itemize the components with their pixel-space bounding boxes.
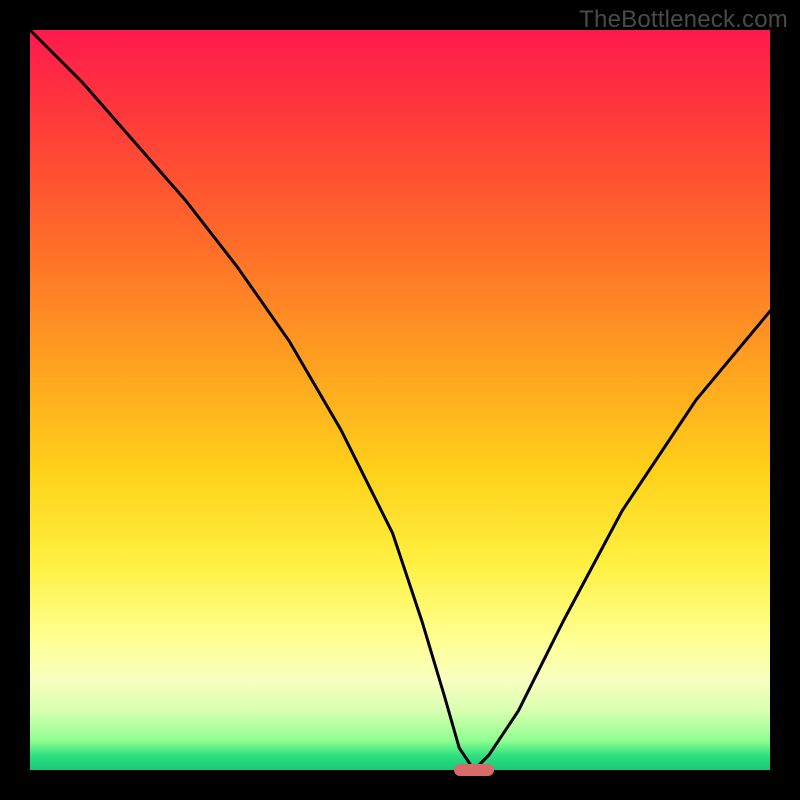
chart-frame: TheBottleneck.com [0,0,800,800]
optimum-marker [454,764,495,776]
plot-area [30,30,770,770]
bottleneck-curve [30,30,770,770]
